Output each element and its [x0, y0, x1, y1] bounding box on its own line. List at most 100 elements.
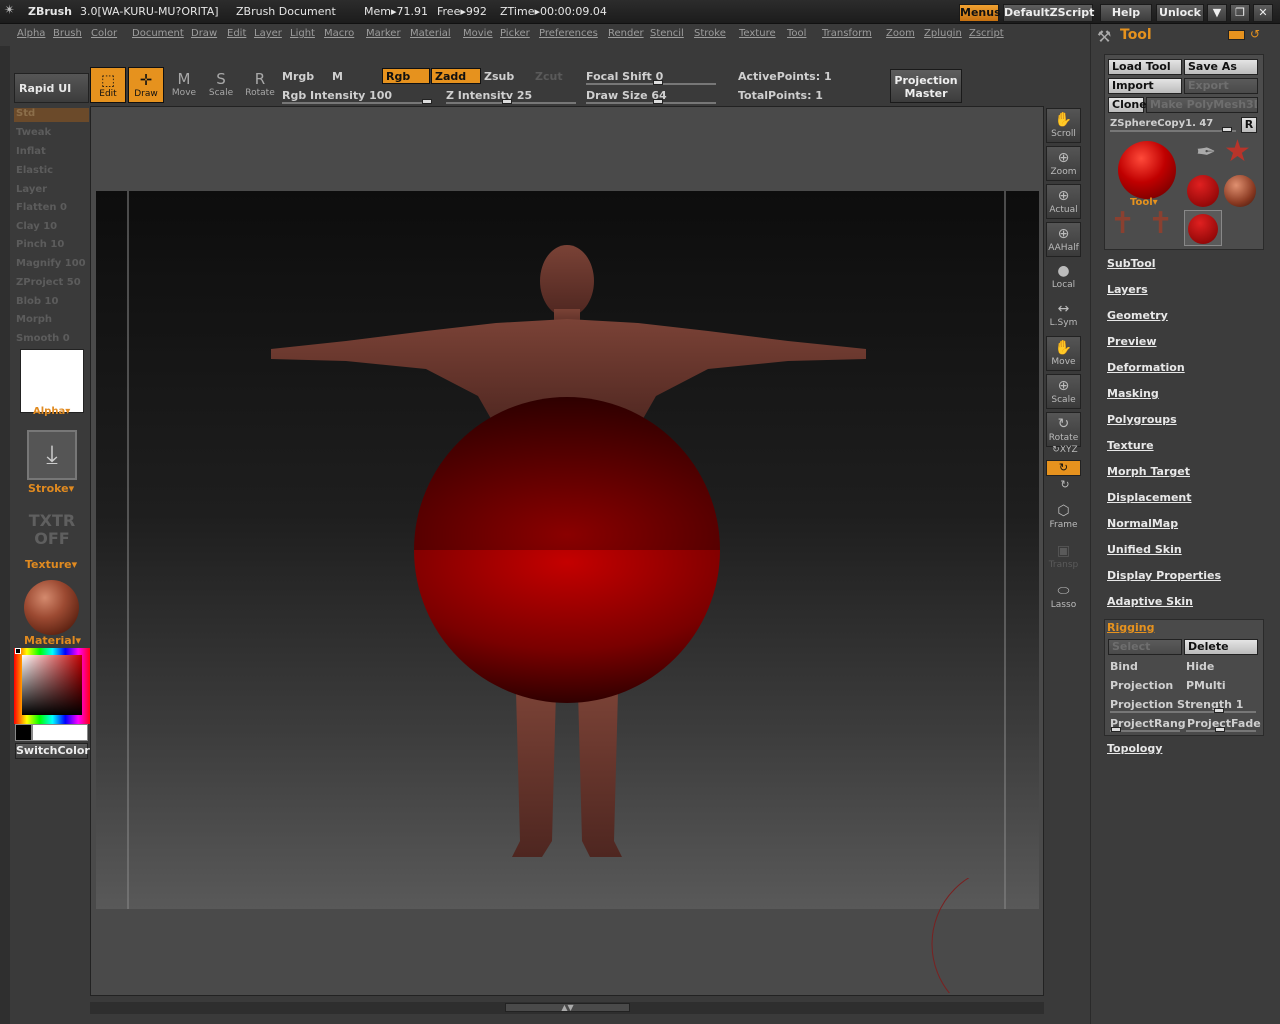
menu-zplugin[interactable]: Zplugin [924, 28, 962, 39]
m-button[interactable]: M [332, 70, 343, 83]
close-icon[interactable]: ✕ [1253, 4, 1273, 22]
load-tool-button[interactable]: Load Tool [1108, 59, 1182, 75]
edit-button[interactable]: ⬚ Edit [90, 67, 126, 103]
menu-zoom[interactable]: Zoom [886, 28, 915, 39]
rotate-view-button[interactable]: ↻ Rotate [1046, 412, 1081, 447]
local-button[interactable]: ● Local [1046, 260, 1081, 295]
current-tool-slider[interactable] [1110, 130, 1236, 132]
export-button[interactable]: Export [1184, 78, 1258, 94]
section-texture[interactable]: Texture [1107, 439, 1154, 452]
menu-light[interactable]: Light [290, 28, 315, 39]
section-geometry[interactable]: Geometry [1107, 309, 1168, 322]
rig-select-button[interactable]: Select [1108, 639, 1182, 655]
figure-tool-icon-1[interactable]: ✝ [1110, 206, 1135, 241]
rotate-button[interactable]: R Rotate [242, 67, 278, 103]
brush-elastic[interactable]: Elastic [16, 165, 53, 176]
draw-size-slider[interactable] [586, 102, 716, 104]
menu-material[interactable]: Material [410, 28, 451, 39]
zoom-button[interactable]: ⊕ Zoom [1046, 146, 1081, 181]
material-label[interactable]: Material▾ [24, 634, 81, 647]
stroke-thumbnail[interactable]: ⤓ [27, 430, 77, 480]
menu-transform[interactable]: Transform [822, 28, 872, 39]
menu-draw[interactable]: Draw [191, 28, 217, 39]
stroke-label[interactable]: Stroke▾ [28, 482, 74, 495]
scroll-button[interactable]: ✋ Scroll [1046, 108, 1081, 143]
rig-pmulti-button[interactable]: PMulti [1186, 679, 1226, 692]
zsphere-copy-tool-slot[interactable] [1184, 210, 1222, 246]
rgb-intensity-knob[interactable] [422, 99, 432, 104]
menu-render[interactable]: Render [608, 28, 644, 39]
help-button[interactable]: Help [1100, 4, 1152, 22]
texture-label[interactable]: Texture▾ [25, 558, 77, 571]
focal-shift-knob[interactable] [653, 80, 663, 85]
brush-blob[interactable]: Blob 10 [16, 296, 58, 307]
brush-std[interactable]: Std [16, 108, 35, 119]
brush-zproject[interactable]: ZProject 50 [16, 277, 81, 288]
transp-button[interactable]: ▣ Transp [1046, 540, 1081, 575]
brush-pinch[interactable]: Pinch 10 [16, 239, 64, 250]
restore-icon[interactable]: ❐ [1230, 4, 1250, 22]
focal-shift-slider[interactable] [586, 83, 716, 85]
r-button[interactable]: R [1241, 117, 1257, 133]
alpha-label[interactable]: Alpha▾ [33, 406, 70, 417]
brush-tweak[interactable]: Tweak [16, 127, 51, 138]
rig-projection-strength-slider[interactable] [1110, 711, 1256, 713]
make-polymesh-button[interactable]: Make PolyMesh3D [1146, 97, 1258, 113]
menu-marker[interactable]: Marker [366, 28, 401, 39]
section-rigging[interactable]: Rigging [1107, 621, 1154, 634]
save-as-button[interactable]: Save As [1184, 59, 1258, 75]
zadd-button[interactable]: Zadd [431, 68, 481, 84]
xyz-button[interactable]: ↻XYZ [1048, 445, 1082, 457]
minimize-icon[interactable]: ▼ [1207, 4, 1227, 22]
menu-picker[interactable]: Picker [500, 28, 530, 39]
section-morph-target[interactable]: Morph Target [1107, 465, 1190, 478]
current-tool-knob[interactable] [1222, 127, 1232, 132]
menu-layer[interactable]: Layer [254, 28, 282, 39]
palette-reset-icon[interactable]: ↺ [1250, 27, 1260, 41]
figure-tool-icon-2[interactable]: ✝ [1148, 206, 1173, 241]
alpha-thumbnail[interactable] [20, 349, 84, 413]
brush-clay[interactable]: Clay 10 [16, 221, 57, 232]
current-tool-thumbnail[interactable] [1118, 141, 1176, 199]
bottom-tray-toggle[interactable]: ▲▼ [505, 1003, 630, 1012]
menu-stroke[interactable]: Stroke [694, 28, 726, 39]
secondary-color-swatch[interactable] [15, 724, 32, 741]
material-sphere[interactable] [24, 580, 79, 635]
scale-button[interactable]: S Scale [203, 67, 239, 103]
section-displacement[interactable]: Displacement [1107, 491, 1192, 504]
section-polygroups[interactable]: Polygroups [1107, 413, 1177, 426]
menu-zscript[interactable]: Zscript [969, 28, 1004, 39]
draw-button[interactable]: ✛ Draw [128, 67, 164, 103]
z-intensity-knob[interactable] [502, 99, 512, 104]
section-display-properties[interactable]: Display Properties [1107, 569, 1221, 582]
rig-hide-button[interactable]: Hide [1186, 660, 1214, 673]
menu-edit[interactable]: Edit [227, 28, 246, 39]
section-subtool[interactable]: SubTool [1107, 257, 1156, 270]
menu-macro[interactable]: Macro [324, 28, 354, 39]
scale-view-button[interactable]: ⊕ Scale [1046, 374, 1081, 409]
menu-stencil[interactable]: Stencil [650, 28, 684, 39]
actual-button[interactable]: ⊕ Actual [1046, 184, 1081, 219]
section-unified-skin[interactable]: Unified Skin [1107, 543, 1182, 556]
rig-projection-strength-knob[interactable] [1214, 708, 1224, 713]
rig-projection-button[interactable]: Projection [1110, 679, 1173, 692]
brush-inflat[interactable]: Inflat [16, 146, 46, 157]
menu-tool[interactable]: Tool [787, 28, 806, 39]
move-button[interactable]: M Move [166, 67, 202, 103]
projection-master-button[interactable]: Projection Master [890, 69, 962, 103]
zsub-button[interactable]: Zsub [484, 70, 514, 83]
menu-movie[interactable]: Movie [463, 28, 493, 39]
section-masking[interactable]: Masking [1107, 387, 1159, 400]
zcut-button[interactable]: Zcut [535, 70, 563, 83]
palette-popup-toggle[interactable] [1228, 30, 1245, 40]
section-normalmap[interactable]: NormalMap [1107, 517, 1178, 530]
section-topology[interactable]: Topology [1107, 742, 1162, 755]
menu-document[interactable]: Document [132, 28, 184, 39]
brush-magnify[interactable]: Magnify 100 [16, 258, 86, 269]
rig-delete-button[interactable]: Delete [1184, 639, 1258, 655]
color-picker-square[interactable] [22, 655, 82, 715]
lasso-button[interactable]: ⬭ Lasso [1046, 580, 1081, 615]
sphere3d-tool-icon[interactable] [1224, 175, 1256, 207]
star-tool-icon[interactable]: ★ [1224, 134, 1251, 169]
menu-color[interactable]: Color [91, 28, 117, 39]
